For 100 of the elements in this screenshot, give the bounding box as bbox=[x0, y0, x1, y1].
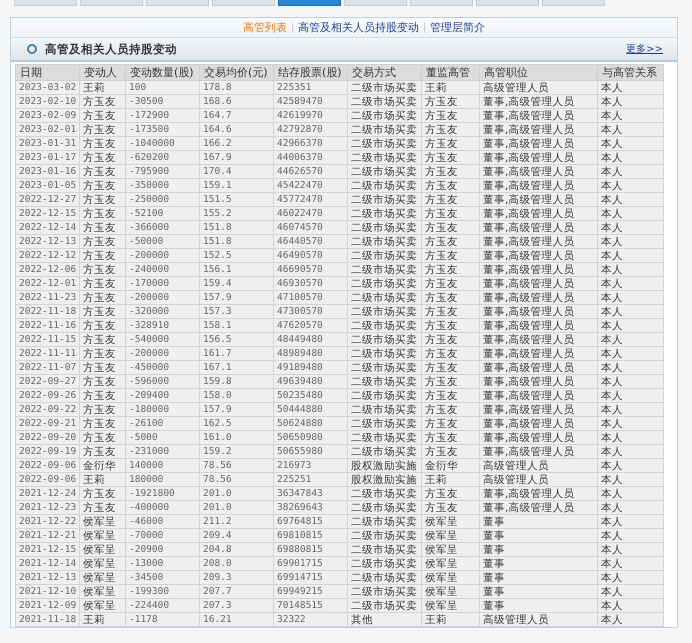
table-cell: -52100 bbox=[126, 206, 200, 220]
table-cell: 45422470 bbox=[274, 178, 348, 192]
table-cell: 方玉友 bbox=[80, 346, 126, 360]
table-cell: 二级市场买卖 bbox=[348, 192, 422, 206]
table-cell: 侯军呈 bbox=[422, 542, 480, 556]
table-cell: 本人 bbox=[598, 416, 664, 430]
table-cell: 207.3 bbox=[200, 598, 274, 612]
table-cell: 方玉友 bbox=[422, 318, 480, 332]
table-cell: 2022-09-22 bbox=[16, 402, 80, 416]
table-cell: 46930570 bbox=[274, 276, 348, 290]
table-cell: 78.56 bbox=[200, 458, 274, 472]
section-title: 高管及相关人员持股变动 bbox=[45, 42, 178, 56]
table-cell: 方玉友 bbox=[80, 178, 126, 192]
table-cell: 方玉友 bbox=[80, 164, 126, 178]
table-cell: 47100570 bbox=[274, 290, 348, 304]
table-cell: 二级市场买卖 bbox=[348, 528, 422, 542]
table-cell: 董事,高级管理人员 bbox=[480, 136, 598, 150]
table-cell: 本人 bbox=[598, 192, 664, 206]
table-cell: 方玉友 bbox=[80, 136, 126, 150]
table-cell: 2022-12-14 bbox=[16, 220, 80, 234]
table-cell: 方玉友 bbox=[422, 360, 480, 374]
table-cell: 42589470 bbox=[274, 94, 348, 108]
table-cell: 方玉友 bbox=[422, 136, 480, 150]
nav-link[interactable]: 管理层简介 bbox=[430, 20, 485, 35]
table-cell: 152.5 bbox=[200, 248, 274, 262]
table-cell: 本人 bbox=[598, 500, 664, 514]
table-cell: 董事,高级管理人员 bbox=[480, 262, 598, 276]
page-tab[interactable] bbox=[278, 0, 341, 6]
table-cell: 本人 bbox=[598, 94, 664, 108]
table-cell: -173500 bbox=[126, 122, 200, 136]
table-cell: 167.1 bbox=[200, 360, 274, 374]
table-cell: 股权激励实施 bbox=[348, 458, 422, 472]
table-cell: 151.5 bbox=[200, 192, 274, 206]
table-cell: 方玉友 bbox=[422, 192, 480, 206]
table-cell: 本人 bbox=[598, 458, 664, 472]
table-cell: 董事,高级管理人员 bbox=[480, 332, 598, 346]
table-cell: 167.9 bbox=[200, 150, 274, 164]
table-cell: 方玉友 bbox=[80, 374, 126, 388]
table-cell: 本人 bbox=[598, 430, 664, 444]
table-cell: 二级市场买卖 bbox=[348, 570, 422, 584]
table-cell: 211.2 bbox=[200, 514, 274, 528]
more-link[interactable]: 更多>> bbox=[626, 42, 663, 56]
table-cell: 方玉友 bbox=[422, 178, 480, 192]
table-cell: 69810815 bbox=[274, 528, 348, 542]
table-cell: 本人 bbox=[598, 360, 664, 374]
table-cell: 二级市场买卖 bbox=[348, 94, 422, 108]
table-cell: 方玉友 bbox=[422, 374, 480, 388]
table-cell: 166.2 bbox=[200, 136, 274, 150]
table-cell: 董事,高级管理人员 bbox=[480, 360, 598, 374]
table-cell: -50000 bbox=[126, 234, 200, 248]
table-cell: 侯军呈 bbox=[80, 514, 126, 528]
table-cell: 侯军呈 bbox=[422, 556, 480, 570]
table-cell: -34500 bbox=[126, 570, 200, 584]
table-cell: 高级管理人员 bbox=[480, 80, 598, 94]
table-cell: -200000 bbox=[126, 248, 200, 262]
table-cell: 32322 bbox=[274, 612, 348, 626]
table-cell: 201.0 bbox=[200, 486, 274, 500]
table-cell: 164.7 bbox=[200, 108, 274, 122]
table-cell: 本人 bbox=[598, 206, 664, 220]
table-cell: 201.0 bbox=[200, 500, 274, 514]
table-cell: -400000 bbox=[126, 500, 200, 514]
table-cell: -1040000 bbox=[126, 136, 200, 150]
table-cell: 本人 bbox=[598, 234, 664, 248]
table-cell: 二级市场买卖 bbox=[348, 542, 422, 556]
table-cell: 王莉 bbox=[422, 472, 480, 486]
table-cell: 157.9 bbox=[200, 402, 274, 416]
table-cell: 董事,高级管理人员 bbox=[480, 402, 598, 416]
table-cell: 2023-01-05 bbox=[16, 178, 80, 192]
table-cell: 侯军呈 bbox=[422, 584, 480, 598]
table-cell: 方玉友 bbox=[422, 94, 480, 108]
table-cell: 方玉友 bbox=[422, 122, 480, 136]
table-cell: 36347843 bbox=[274, 486, 348, 500]
table-cell: 方玉友 bbox=[80, 304, 126, 318]
table-cell: 2021-12-24 bbox=[16, 486, 80, 500]
table-cell: 48989480 bbox=[274, 346, 348, 360]
table-cell: 2022-12-15 bbox=[16, 206, 80, 220]
table-cell: 2023-01-17 bbox=[16, 150, 80, 164]
table-cell: 二级市场买卖 bbox=[348, 206, 422, 220]
table-cell: 本人 bbox=[598, 374, 664, 388]
table-cell: 168.6 bbox=[200, 94, 274, 108]
table-cell: 204.8 bbox=[200, 542, 274, 556]
table-cell: 2023-01-31 bbox=[16, 136, 80, 150]
table-cell: 董事,高级管理人员 bbox=[480, 150, 598, 164]
table-cell: 69901715 bbox=[274, 556, 348, 570]
table-cell: 方玉友 bbox=[80, 150, 126, 164]
table-cell: 二级市场买卖 bbox=[348, 220, 422, 234]
table-cell: 本人 bbox=[598, 136, 664, 150]
table-cell: 方玉友 bbox=[422, 248, 480, 262]
table-cell: 二级市场买卖 bbox=[348, 304, 422, 318]
table-cell: 2022-11-15 bbox=[16, 332, 80, 346]
table-cell: 48449480 bbox=[274, 332, 348, 346]
table-cell: 方玉友 bbox=[80, 500, 126, 514]
table-cell: 二级市场买卖 bbox=[348, 108, 422, 122]
table-cell: -1178 bbox=[126, 612, 200, 626]
table-cell: 王莉 bbox=[80, 80, 126, 94]
table-cell: -46000 bbox=[126, 514, 200, 528]
nav-link[interactable]: 高管及相关人员持股变动 bbox=[298, 20, 419, 35]
table-cell: 42792870 bbox=[274, 122, 348, 136]
table-cell: 本人 bbox=[598, 402, 664, 416]
table-cell: 161.7 bbox=[200, 346, 274, 360]
